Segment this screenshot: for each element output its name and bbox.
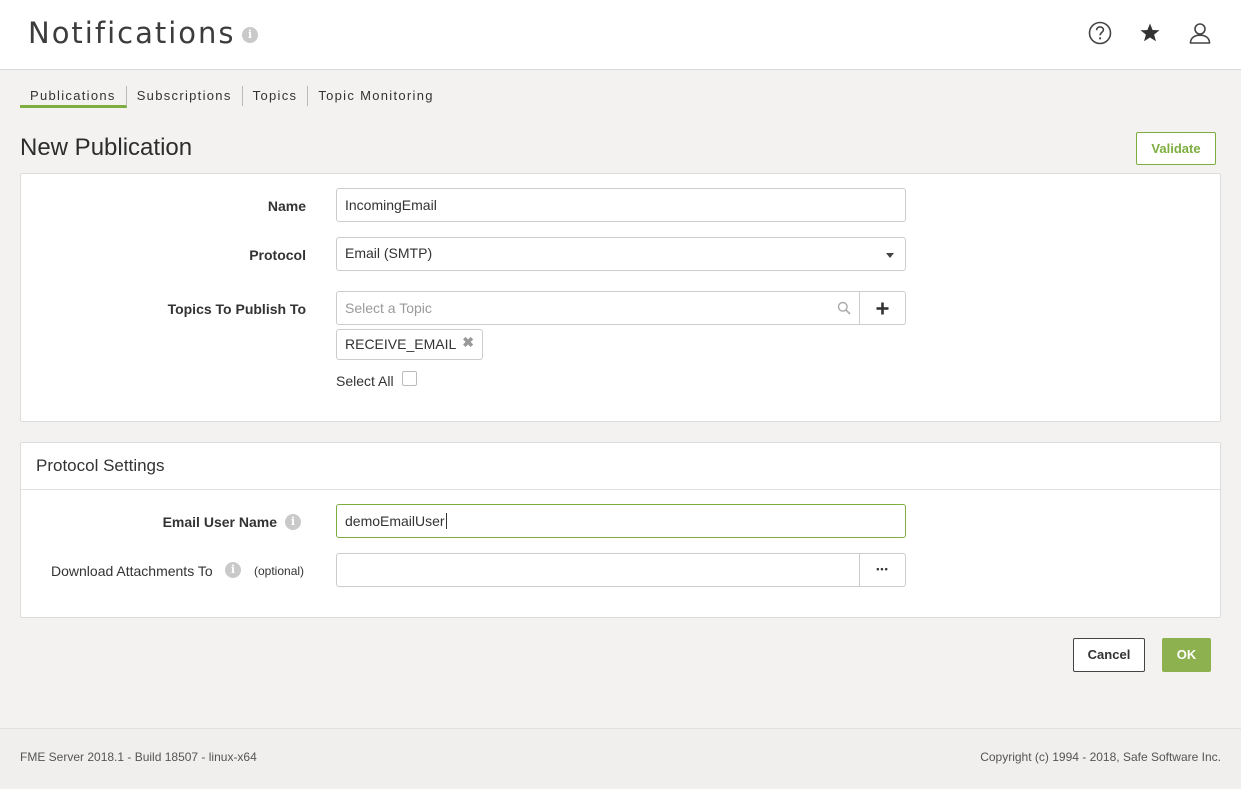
remove-tag-icon[interactable]: ✖ xyxy=(462,334,474,350)
download-label: Download Attachments To xyxy=(51,563,213,579)
topic-tag-label: RECEIVE_EMAIL xyxy=(345,336,457,352)
help-circle-icon[interactable] xyxy=(1087,20,1113,46)
ok-button[interactable]: OK xyxy=(1162,638,1211,672)
tab-topics[interactable]: Topics xyxy=(243,86,309,106)
copyright-text: Copyright (c) 1994 - 2018, Safe Software… xyxy=(980,750,1221,764)
app-header: Notifications i xyxy=(0,0,1241,70)
email-user-value: demoEmailUser xyxy=(345,513,445,529)
star-icon[interactable] xyxy=(1137,20,1163,46)
version-text: FME Server 2018.1 - Build 18507 - linux-… xyxy=(20,750,257,764)
topic-tag: RECEIVE_EMAIL ✖ xyxy=(336,329,483,360)
add-topic-button[interactable] xyxy=(860,291,906,325)
caret-down-icon xyxy=(886,253,894,258)
info-icon[interactable]: i xyxy=(225,562,241,578)
topics-label: Topics To Publish To xyxy=(167,301,306,317)
topic-search-input[interactable]: Select a Topic xyxy=(336,291,860,325)
plus-icon xyxy=(876,302,889,315)
publication-form-panel: Name IncomingEmail Protocol Email (SMTP)… xyxy=(20,173,1221,422)
tab-subscriptions[interactable]: Subscriptions xyxy=(127,86,243,106)
page-title: Notifications xyxy=(28,16,236,50)
section-title: New Publication xyxy=(20,134,193,161)
text-cursor xyxy=(445,513,447,529)
email-user-input[interactable]: demoEmailUser xyxy=(336,504,906,538)
tab-publications[interactable]: Publications xyxy=(20,86,127,108)
protocol-select-value: Email (SMTP) xyxy=(345,245,433,261)
cancel-button[interactable]: Cancel xyxy=(1073,638,1145,672)
protocol-settings-panel: Protocol Settings Email User Name i demo… xyxy=(20,442,1221,618)
protocol-settings-header: Protocol Settings xyxy=(21,443,1220,490)
protocol-label: Protocol xyxy=(249,247,306,263)
user-icon[interactable] xyxy=(1187,20,1213,46)
protocol-settings-title: Protocol Settings xyxy=(36,456,165,475)
search-icon xyxy=(837,301,851,315)
info-icon[interactable]: i xyxy=(285,514,301,530)
protocol-select[interactable]: Email (SMTP) xyxy=(336,237,906,271)
name-label: Name xyxy=(267,198,306,214)
footer: FME Server 2018.1 - Build 18507 - linux-… xyxy=(0,728,1241,789)
info-icon[interactable]: i xyxy=(242,27,258,43)
optional-label: (optional) xyxy=(254,564,305,578)
validate-button[interactable]: Validate xyxy=(1136,132,1216,165)
select-all-label: Select All xyxy=(336,373,394,389)
tab-bar: Publications Subscriptions Topics Topic … xyxy=(20,86,444,108)
select-all-checkbox[interactable] xyxy=(402,371,417,386)
tab-topic-monitoring[interactable]: Topic Monitoring xyxy=(308,86,443,106)
download-path-input[interactable] xyxy=(336,553,860,587)
name-input[interactable]: IncomingEmail xyxy=(336,188,906,222)
browse-button[interactable]: ••• xyxy=(860,553,906,587)
email-user-label: Email User Name xyxy=(162,514,277,530)
